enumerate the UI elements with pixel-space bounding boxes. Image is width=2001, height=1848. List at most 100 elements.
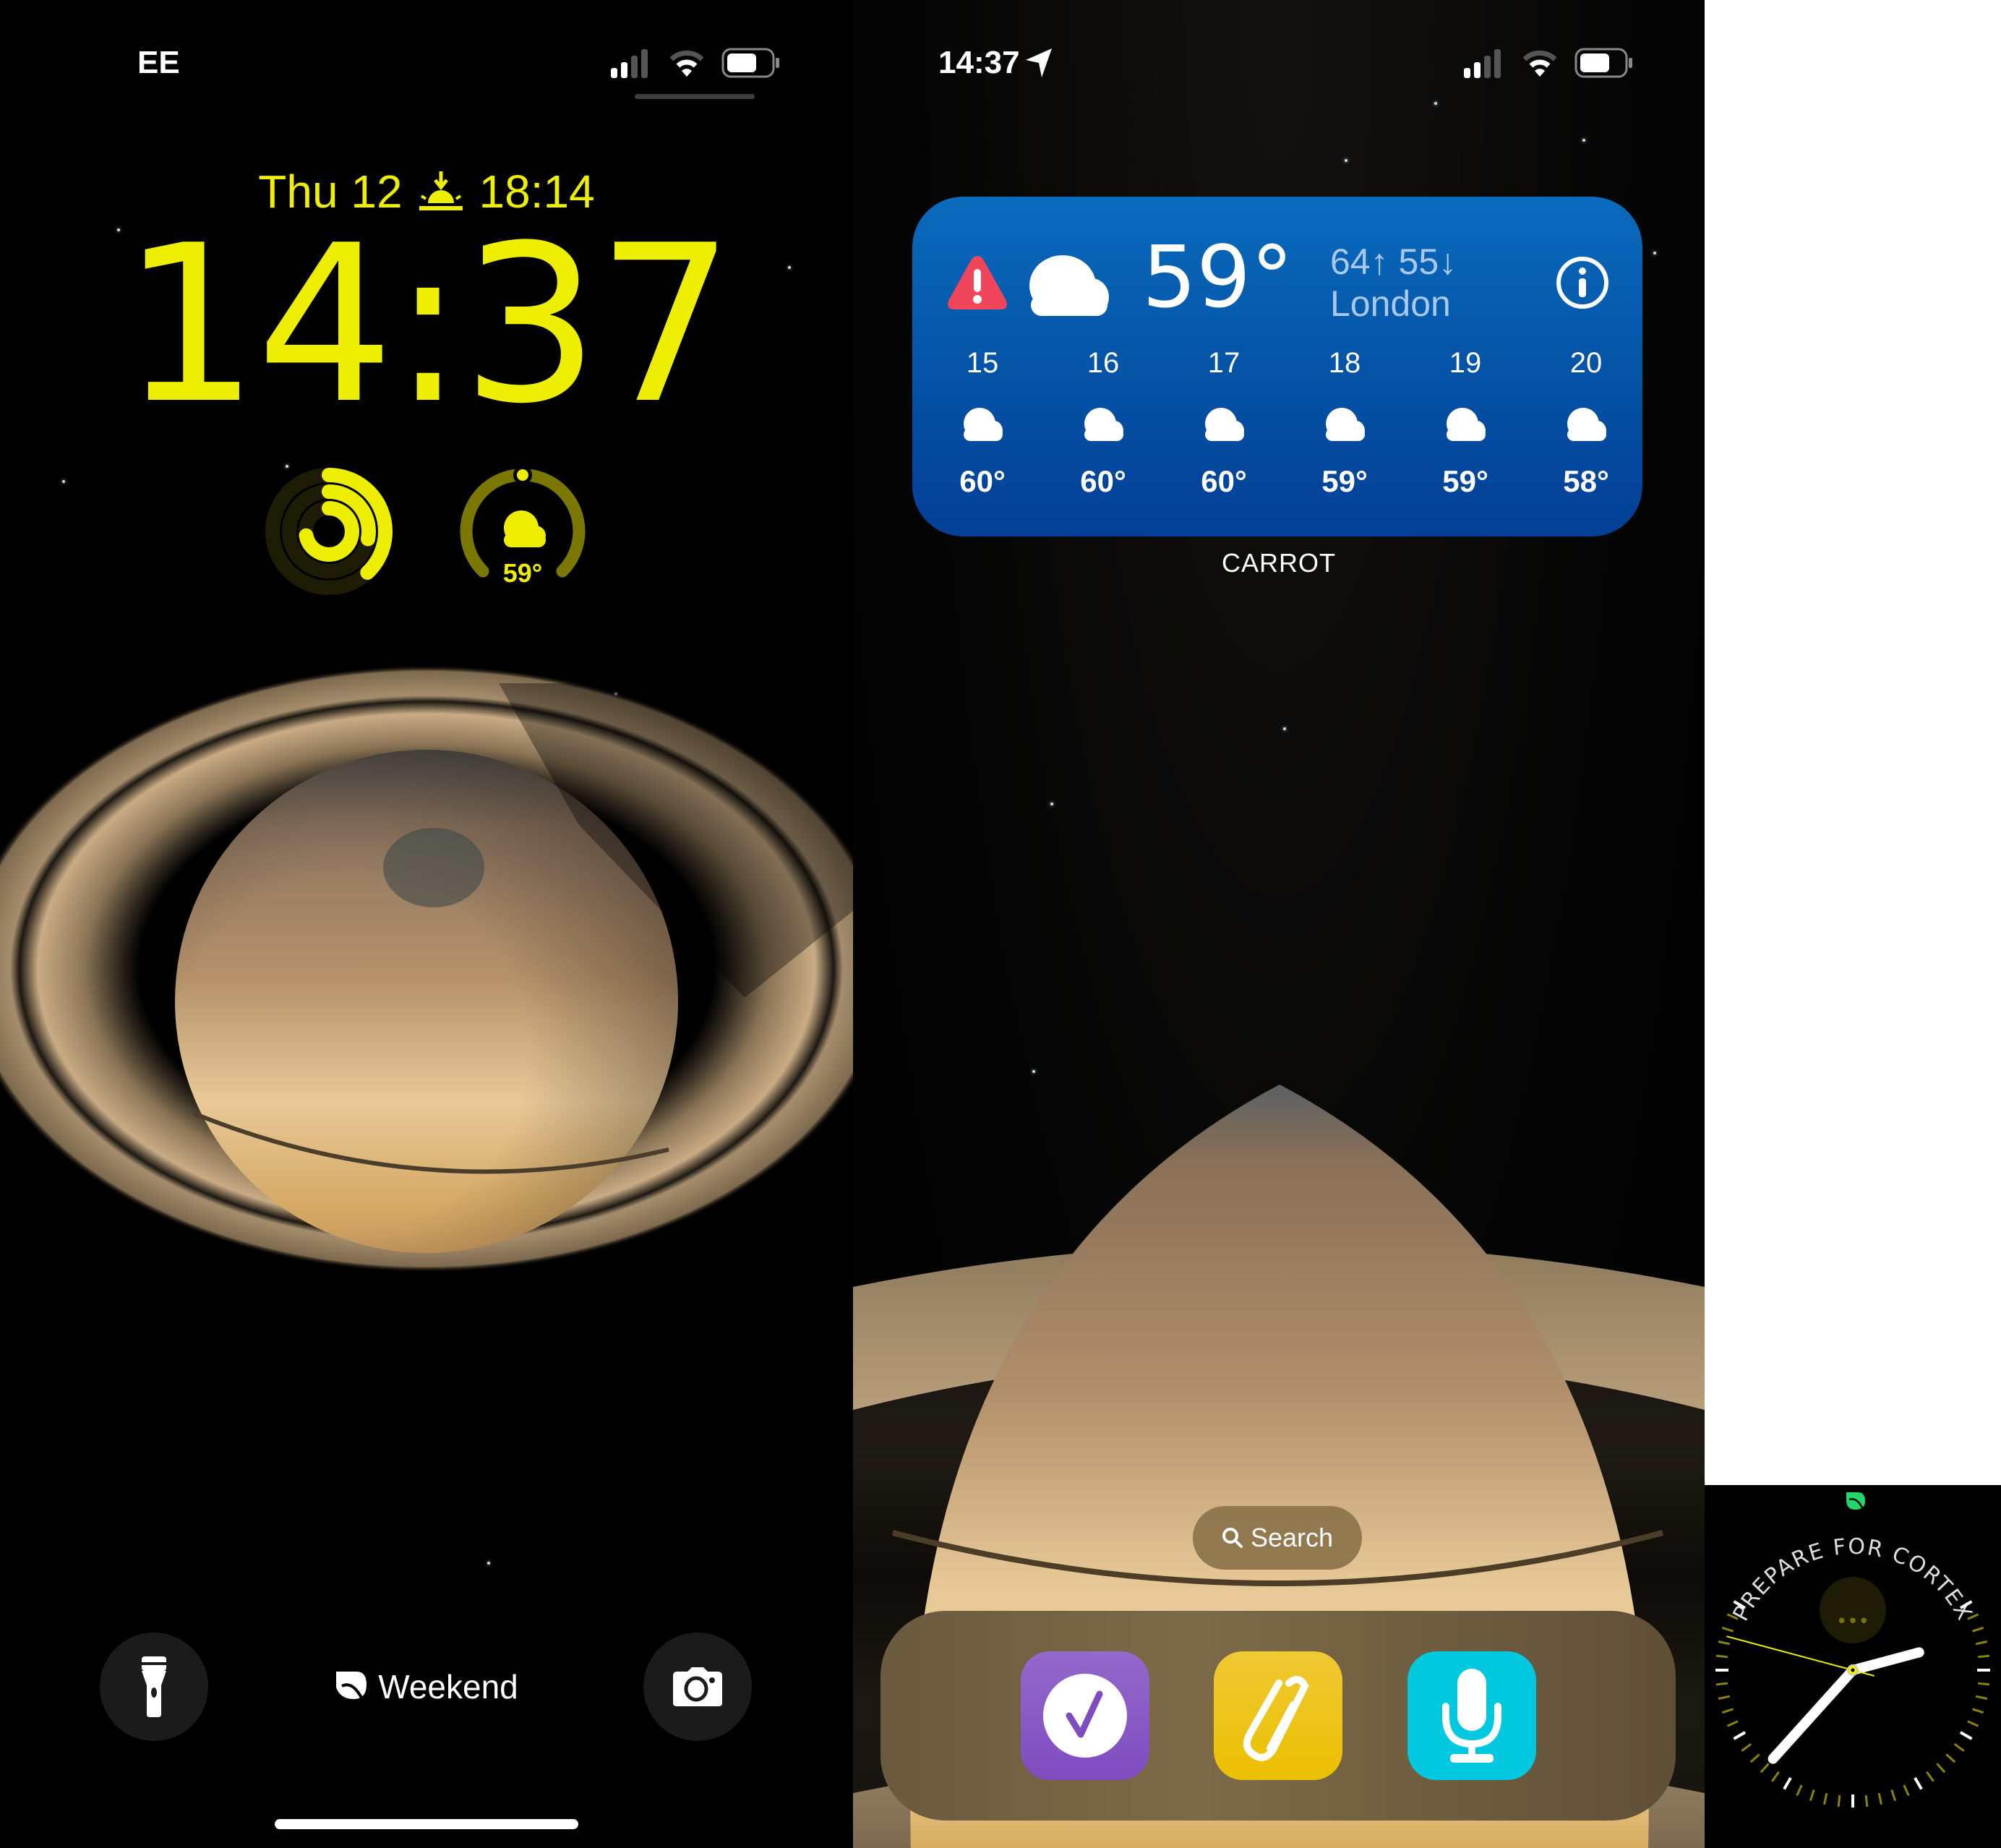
lock-clock: 14:37	[121, 199, 735, 451]
cloud-icon	[504, 510, 546, 547]
cloud-icon	[1567, 408, 1606, 441]
home-screen: 14:37 59° 64↑ 55↓ London 15 60° 16 60° 1…	[853, 0, 1705, 1848]
warning-icon	[948, 256, 1007, 309]
weather-gauge-widget[interactable]: 59°	[458, 466, 588, 596]
minute-tick	[1972, 1708, 1984, 1714]
minute-tick	[1972, 1626, 1984, 1633]
star	[1050, 803, 1053, 805]
forecast-date: 15	[966, 347, 999, 379]
minute-tick	[1749, 1753, 1760, 1763]
forecast-date: 20	[1569, 347, 1603, 379]
battery-icon	[1574, 48, 1632, 78]
location-arrow-icon	[1025, 48, 1052, 77]
leaf-icon	[1846, 1492, 1865, 1512]
weather-gauge-temp: 59°	[503, 558, 542, 588]
voice-app-icon[interactable]	[1407, 1651, 1536, 1780]
hour-tick	[1783, 1776, 1792, 1790]
microphone-icon	[1442, 1669, 1501, 1763]
carrier-label: EE	[137, 45, 180, 80]
forecast-temp: 59°	[1321, 464, 1368, 498]
minute-tick	[1977, 1682, 1990, 1686]
minute-tick	[1721, 1626, 1734, 1633]
minute-tick	[1715, 1654, 1728, 1659]
current-temperature: 59°	[1142, 227, 1294, 327]
star	[1653, 252, 1656, 254]
cloud-icon	[964, 408, 1003, 441]
forecast-temp: 58°	[1563, 464, 1609, 498]
side-panel: PREPARE FOR CORTEX •••	[1705, 0, 2001, 1848]
minute-tick	[1975, 1640, 1988, 1646]
minute-tick	[1721, 1708, 1734, 1714]
search-button[interactable]: Search	[1193, 1506, 1362, 1570]
minute-tick	[1771, 1771, 1780, 1782]
info-icon[interactable]	[1556, 256, 1609, 309]
forecast-date: 18	[1328, 347, 1361, 379]
minute-tick	[1903, 1784, 1910, 1797]
activity-rings-widget[interactable]	[264, 466, 394, 596]
minute-tick	[1926, 1771, 1934, 1782]
minute-tick	[1837, 1794, 1841, 1808]
minute-tick	[1864, 1794, 1869, 1808]
focus-mode-label: Weekend	[378, 1668, 518, 1706]
minute-tick	[1715, 1682, 1728, 1686]
search-icon	[1222, 1528, 1243, 1548]
saturn-wallpaper	[0, 665, 853, 1272]
cloud-icon	[1084, 408, 1123, 441]
cloud-icon	[1447, 408, 1486, 441]
wifi-icon	[1522, 50, 1557, 77]
carrot-weather-widget[interactable]: 59° 64↑ 55↓ London 15 60° 16 60° 17 60° 18 59° 1…	[912, 197, 1642, 536]
watch-face: PREPARE FOR CORTEX •••	[1705, 1485, 2001, 1848]
status-time-label: 14:37	[938, 45, 1020, 80]
star	[1582, 139, 1585, 142]
weather-summary: 64↑ 55↓ London	[1330, 241, 1457, 325]
forecast-date: 17	[1207, 347, 1241, 379]
flashlight-button[interactable]	[100, 1633, 208, 1741]
minute-tick	[1726, 1720, 1739, 1727]
star	[1283, 727, 1286, 730]
hour-hand	[1848, 1647, 1924, 1675]
minute-tick	[1718, 1695, 1731, 1700]
wifi-icon	[669, 50, 704, 77]
minute-tick	[1741, 1743, 1752, 1752]
hour-tick	[1733, 1731, 1747, 1740]
clock-hands	[1726, 1635, 1924, 1764]
dock	[880, 1611, 1676, 1821]
minute-tick	[1823, 1792, 1828, 1805]
forecast-date: 19	[1449, 347, 1482, 379]
forecast-temp: 60°	[959, 464, 1006, 498]
hour-tick	[1959, 1731, 1973, 1740]
widget-app-label: CARROT	[1222, 548, 1336, 578]
checkmark-icon	[1043, 1674, 1127, 1758]
clipboard-app-icon[interactable]	[1214, 1651, 1342, 1780]
cloud-icon	[1029, 255, 1109, 316]
minute-hand	[1768, 1665, 1858, 1764]
minute-tick	[1718, 1640, 1731, 1646]
watch-face-canvas: PREPARE FOR CORTEX •••	[1715, 1492, 1990, 1808]
focus-mode-indicator[interactable]: Weekend	[318, 1661, 535, 1712]
minute-tick	[1977, 1654, 1990, 1659]
home-indicator[interactable]	[275, 1819, 578, 1829]
minute-tick	[1796, 1784, 1803, 1797]
star	[1345, 159, 1347, 162]
minute-tick	[1890, 1789, 1897, 1802]
minute-tick	[1975, 1695, 1988, 1700]
lock-screen: EE Thu 12 18:14 14:37 59° Weekend	[0, 0, 853, 1848]
location-label: London	[1330, 283, 1451, 324]
cellular-signal-icon	[611, 49, 648, 78]
minute-tick	[1945, 1753, 1956, 1763]
status-time: 14:37	[938, 45, 1052, 81]
tasks-app-icon[interactable]	[1021, 1651, 1149, 1780]
center-complication[interactable]	[1820, 1577, 1886, 1643]
battery-icon	[721, 48, 779, 78]
minute-tick	[1809, 1789, 1815, 1802]
notification-pull-indicator[interactable]	[635, 94, 755, 99]
minute-tick	[1953, 1743, 1965, 1752]
minute-tick	[1877, 1792, 1882, 1805]
flashlight-icon	[142, 1656, 166, 1717]
camera-button[interactable]	[643, 1633, 752, 1741]
star	[487, 1562, 490, 1565]
leaf-icon	[336, 1672, 367, 1703]
star	[1434, 102, 1437, 105]
forecast-temp: 59°	[1442, 464, 1488, 498]
hour-tick	[1914, 1776, 1923, 1790]
